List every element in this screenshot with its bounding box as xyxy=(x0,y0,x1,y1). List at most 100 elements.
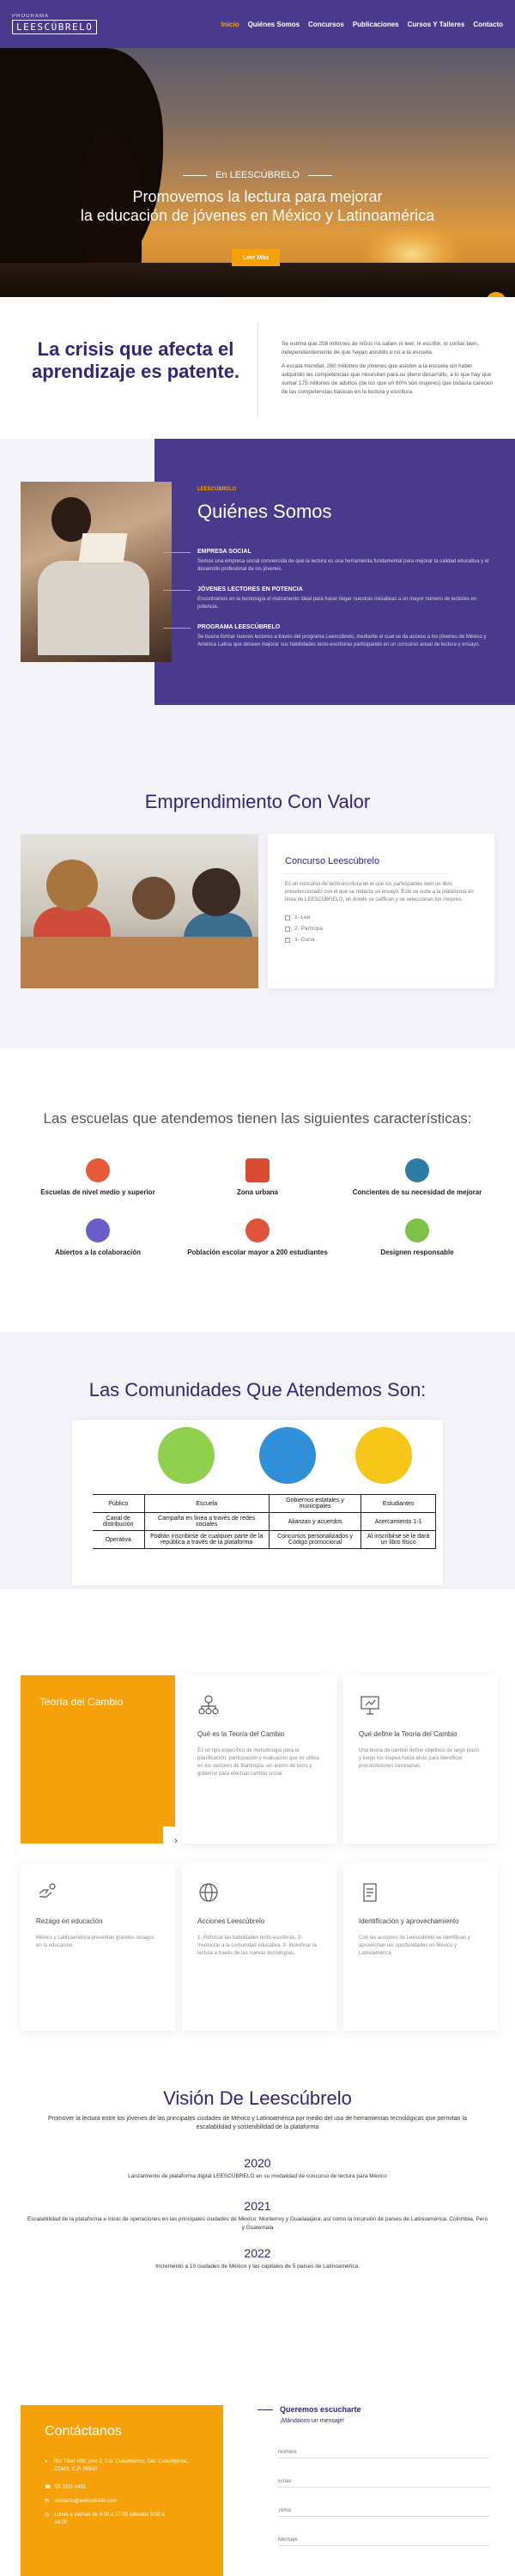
vision-title: Visión De Leescúbrelo xyxy=(163,2087,352,2109)
card-divider xyxy=(285,873,448,874)
contact-email[interactable]: contacto@leescubrelo.com xyxy=(55,2498,117,2506)
milestone-year: 2021 xyxy=(244,2199,271,2213)
feature-label: Concientes de su necesidad de mejorar xyxy=(352,1188,482,1196)
topic-field[interactable] xyxy=(278,2494,489,2517)
hero-banner: En LEESCÚBRELO Promovemos la lectura par… xyxy=(0,48,515,297)
table-row: Canal de distribución Campaña en línea a… xyxy=(93,1512,436,1531)
photo-book xyxy=(78,533,128,562)
contact-line: ● Río Tíber #99, piso 2, Col. Cuauhtémoc… xyxy=(45,2458,199,2474)
comunidades-table: Público Escuela Gobiernos estatales y mu… xyxy=(93,1494,436,1549)
school-icon xyxy=(86,1158,110,1182)
hero-title-line1: Promovemos la lectura para mejorar xyxy=(132,188,383,205)
milestone-text: Lanzamiento de plataforma digital LEESCÚ… xyxy=(128,2173,387,2179)
crisis-paragraph: Se estima que 258 millones de niños no s… xyxy=(282,341,479,355)
steps-list: 1- Lee 2- Participa 3- Gana xyxy=(285,914,477,943)
row-header: Público xyxy=(93,1494,145,1513)
step-item: 1- Lee xyxy=(285,914,477,920)
hero-kicker-text: En LEESCÚBRELO xyxy=(215,170,300,180)
bus-icon xyxy=(245,1158,270,1182)
table-cell: Alianzas y acuerdos xyxy=(268,1512,362,1531)
row-header: Operativa xyxy=(93,1530,145,1549)
comunidades-title: Las Comunidades Que Atendemos Son: xyxy=(88,1379,427,1400)
message-field[interactable] xyxy=(278,2524,489,2546)
students-photo xyxy=(21,834,258,988)
quienes-item: JÓVENES LECTORES EN POTENCIA Encontramos… xyxy=(163,586,498,611)
document-icon xyxy=(363,1883,377,1902)
person-icon xyxy=(405,1158,429,1182)
kicker-line-right xyxy=(307,174,332,176)
card-title: Qué es la Teoría del Cambio xyxy=(197,1730,285,1738)
contact-line: ◷ Lunes a viernes de 9:00 a 17:00 sábado… xyxy=(45,2512,165,2527)
network-icon xyxy=(86,1218,110,1242)
teoria-card: Identificación y aprovechamiento Con las… xyxy=(343,1862,498,2031)
feature-label: Abiertos a la colaboración xyxy=(54,1249,142,1256)
table-cell: Campaña en línea a través de redes socia… xyxy=(143,1512,270,1531)
concurso-text: Es un concurso de lecto-escritura en el … xyxy=(285,882,474,902)
chevron-right-icon: › xyxy=(174,1836,178,1846)
square-icon xyxy=(285,926,290,932)
item-bar xyxy=(163,552,191,553)
card-text: Una teoría de cambio define objetivos de… xyxy=(359,1748,480,1769)
crisis-text: Se estima que 258 millones de niños no s… xyxy=(282,340,496,402)
hero-title: Promovemos la lectura para mejorar la ed… xyxy=(0,187,515,225)
table-cell: Concursos personalizados y Código promoc… xyxy=(268,1530,362,1549)
nav-item-quienes-somos[interactable]: Quiénes Somos xyxy=(248,21,300,28)
name-field[interactable] xyxy=(278,2436,489,2458)
escuela-feature: Abiertos a la colaboración xyxy=(21,1218,175,1257)
crisis-paragraph: A escala mundial, 260 millones de jóvene… xyxy=(282,363,494,395)
step-label: 3- Gana xyxy=(294,937,315,943)
photo-head xyxy=(132,877,175,920)
teoria-panel: Teoría del Cambio › xyxy=(21,1675,189,1856)
escuela-feature: Población escolar mayor a 200 estudiante… xyxy=(180,1218,335,1257)
pin-icon: ● xyxy=(45,2459,48,2464)
teoria-card: Qué es la Teoría del Cambio Es un tipo e… xyxy=(182,1675,336,1844)
contact-line: ☎ 55 2011 6401 xyxy=(45,2484,86,2492)
quienes-item-title: PROGRAMA LEESCÚBRELO xyxy=(197,624,281,630)
nav-item-concursos[interactable]: Concursos xyxy=(308,21,344,28)
milestone-year: 2020 xyxy=(244,2156,271,2170)
contacto-title: Contáctanos xyxy=(45,2424,122,2439)
email-field[interactable] xyxy=(278,2465,489,2488)
card-text: México y Latinoamérica presentan grandes… xyxy=(36,1935,154,1948)
table-cell: Gobiernos estatales y municipales xyxy=(268,1494,362,1513)
nav-item-cursos[interactable]: Cursos Y Talleres xyxy=(408,21,465,28)
hero-kicker: En LEESCÚBRELO xyxy=(0,170,515,180)
vision-subtitle: Promover la lectura entre los jóvenes de… xyxy=(48,2116,467,2130)
contact-phone[interactable]: 55 2011 6401 xyxy=(55,2484,86,2492)
card-title: Identificación y aprovechamiento xyxy=(359,1917,459,1925)
feature-label: Escuelas de nivel medio y superior xyxy=(40,1188,155,1196)
escuela-feature: Zona urbana xyxy=(180,1158,335,1197)
clock-icon: ◷ xyxy=(45,2512,50,2518)
kicker-line-left xyxy=(183,174,208,176)
logo[interactable]: PROGRAMA LEESCÚBRELO xyxy=(12,14,98,34)
escuela-feature: Concientes de su necesidad de mejorar xyxy=(340,1158,494,1197)
hands-icon xyxy=(39,1883,56,1898)
photo-head xyxy=(46,860,98,911)
leer-mas-button[interactable]: Leer Más xyxy=(232,249,280,266)
nav-item-contacto[interactable]: Contacto xyxy=(473,21,503,28)
contact-hours: Lunes a viernes de 9:00 a 17:00 sábados … xyxy=(54,2512,165,2525)
teoria-card: Rezago en educación México y Latinoaméri… xyxy=(21,1862,175,2031)
teoria-title: Teoría del Cambio xyxy=(39,1696,124,1708)
hero-title-line2: la educación de jóvenes en México y Lati… xyxy=(80,207,435,224)
table-cell: Podrán inscribirse de cualquier parte de… xyxy=(143,1530,270,1549)
milestone-text: Incremento a 10 ciudades de México y las… xyxy=(155,2263,360,2269)
comunidades-section: Las Comunidades Que Atendemos Son: Públi… xyxy=(0,1332,515,1589)
top-nav: PROGRAMA LEESCÚBRELO Inicio Quiénes Somo… xyxy=(0,0,515,48)
item-bar xyxy=(163,590,191,591)
card-text: Con las acciones de Leescúbrelo se ident… xyxy=(359,1935,470,1956)
milestone-text: Escalabilidad de la plataforma e inicio … xyxy=(27,2216,488,2231)
step-label: 2- Participa xyxy=(294,926,323,932)
emprendimiento-section: Emprendimiento Con Valor Concurso Leescú… xyxy=(0,705,515,1048)
logo-wordmark: LEESCÚBRELO xyxy=(12,20,98,34)
crisis-section: La crisis que afecta el aprendizaje es p… xyxy=(0,297,515,439)
table-row: Público Escuela Gobiernos estatales y mu… xyxy=(93,1494,436,1513)
feature-label: Zona urbana xyxy=(236,1188,278,1196)
nav-item-publicaciones[interactable]: Publicaciones xyxy=(353,21,399,28)
nav-item-inicio[interactable]: Inicio xyxy=(221,21,239,28)
item-bar xyxy=(163,628,191,629)
contacto-panel: Contáctanos ● Río Tíber #99, piso 2, Col… xyxy=(21,2405,223,2576)
table-cell: Escuela xyxy=(143,1494,270,1513)
phone-icon: ☎ xyxy=(45,2485,52,2490)
step-item: 2- Participa xyxy=(285,926,477,932)
